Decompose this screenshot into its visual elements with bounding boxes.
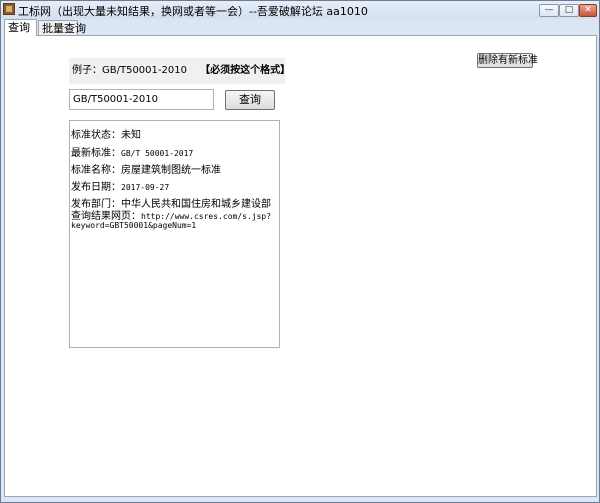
tab-batch-query[interactable]: 批量查询 bbox=[38, 20, 86, 36]
window-title: 工标网（出现大量未知结果，换网或者等一会）--吾爱破解论坛 aa1010 bbox=[18, 5, 368, 18]
status-value: 未知 bbox=[121, 130, 141, 141]
query-panel: 例子：GB/T50001-2010 【必须按这个格式】 删除有新标准 查询 标准… bbox=[4, 35, 597, 497]
date-label: 发布日期： bbox=[71, 182, 121, 193]
app-icon bbox=[3, 3, 15, 15]
minimize-button[interactable]: — bbox=[539, 4, 559, 17]
dept-label: 发布部门： bbox=[71, 199, 121, 210]
result-latest: 最新标准：GB/T 50001-2017 bbox=[71, 144, 193, 159]
latest-value: GB/T 50001-2017 bbox=[121, 149, 194, 158]
example-hint: 例子：GB/T50001-2010 【必须按这个格式】 bbox=[69, 58, 290, 84]
result-name: 标准名称：房屋建筑制图统一标准 bbox=[71, 161, 221, 176]
latest-label: 最新标准： bbox=[71, 148, 121, 159]
name-value: 房屋建筑制图统一标准 bbox=[121, 165, 221, 176]
title-bar[interactable]: 工标网（出现大量未知结果，换网或者等一会）--吾爱破解论坛 aa1010 — □… bbox=[1, 1, 599, 19]
dept-value: 中华人民共和国住房和城乡建设部 bbox=[121, 199, 271, 210]
result-dept: 发布部门：中华人民共和国住房和城乡建设部 bbox=[71, 195, 271, 210]
standard-input[interactable] bbox=[69, 89, 214, 110]
name-label: 标准名称： bbox=[71, 165, 121, 176]
main-window: 工标网（出现大量未知结果，换网或者等一会）--吾爱破解论坛 aa1010 — □… bbox=[0, 0, 600, 503]
result-date: 发布日期：2017-09-27 bbox=[71, 178, 169, 193]
example-prefix: 例子： bbox=[72, 65, 102, 76]
close-button[interactable]: ✕ bbox=[579, 4, 597, 17]
result-textbox[interactable]: 标准状态：未知 最新标准：GB/T 50001-2017 标准名称：房屋建筑制图… bbox=[69, 120, 280, 348]
url-line-1: http://www.csres.com/s.jsp? bbox=[141, 212, 272, 221]
status-label: 标准状态： bbox=[71, 130, 121, 141]
query-button[interactable]: 查询 bbox=[225, 90, 275, 110]
example-value: GB/T50001-2010 bbox=[102, 65, 187, 76]
result-url: 查询结果网页：http://www.csres.com/s.jsp? keywo… bbox=[71, 212, 272, 231]
tab-query[interactable]: 查询 bbox=[4, 19, 37, 36]
maximize-button[interactable]: □ bbox=[559, 4, 579, 17]
delete-new-standard-button[interactable]: 删除有新标准 bbox=[477, 53, 538, 68]
example-note: 【必须按这个格式】 bbox=[200, 65, 291, 76]
result-status: 标准状态：未知 bbox=[71, 126, 141, 141]
url-line-2: keyword=GBT50001&pageNum=1 bbox=[71, 221, 197, 230]
date-value: 2017-09-27 bbox=[121, 183, 170, 192]
